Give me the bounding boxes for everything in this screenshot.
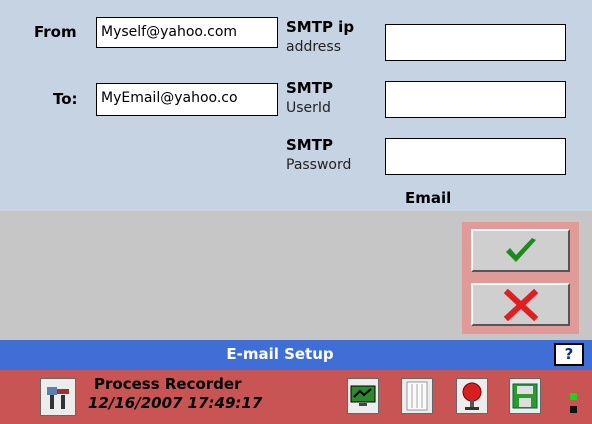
status-indicator-top: [570, 393, 577, 400]
status-indicator-bottom: [570, 406, 577, 413]
smtp-ip-label-normal: address: [286, 39, 342, 55]
smtp-userid-field[interactable]: [385, 81, 566, 118]
cancel-button[interactable]: [471, 283, 570, 326]
smtp-password-label-normal: Password: [286, 157, 352, 173]
smtp-userid-label-bold: SMTP: [286, 79, 333, 97]
monitor-button[interactable]: [347, 378, 379, 414]
smtp-password-label: SMTP Password: [286, 135, 351, 175]
monitor-icon: [350, 385, 376, 406]
screen-title: E-mail Setup: [226, 345, 334, 363]
smtp-password-field[interactable]: [385, 138, 566, 175]
save-icon: [512, 383, 538, 409]
datetime: 12/16/2007 17:49:17: [88, 394, 263, 412]
smtp-userid-label-normal: UserId: [286, 100, 331, 116]
tools-icon: [47, 387, 69, 409]
smtp-userid-label: SMTP UserId: [286, 78, 333, 118]
to-label: To:: [53, 90, 78, 108]
from-field[interactable]: Myself@yahoo.com: [96, 17, 278, 48]
alarm-button[interactable]: [456, 378, 488, 414]
to-field[interactable]: MyEmail@yahoo.co: [96, 83, 278, 116]
email-setup-panel: From Myself@yahoo.com To: MyEmail@yahoo.…: [0, 0, 592, 211]
smtp-ip-field[interactable]: [385, 24, 566, 61]
smtp-password-label-bold: SMTP: [286, 136, 333, 154]
checkmark-icon: [505, 237, 536, 262]
title-bar: E-mail Setup ?: [0, 340, 592, 370]
from-label: From: [34, 23, 77, 41]
tools-button[interactable]: [40, 378, 76, 416]
help-button[interactable]: ?: [554, 343, 584, 366]
confirm-button[interactable]: [471, 229, 570, 272]
grid-icon: [406, 381, 428, 411]
email-caption: Email: [405, 189, 452, 207]
grid-button[interactable]: [401, 378, 433, 414]
smtp-ip-label: SMTP ip address: [286, 17, 354, 57]
status-bar: Process Recorder 12/16/2007 17:49:17: [0, 370, 592, 424]
app-name: Process Recorder: [94, 375, 242, 393]
alarm-icon: [462, 382, 482, 410]
x-icon: [503, 288, 538, 321]
save-button[interactable]: [509, 378, 541, 414]
smtp-ip-label-bold: SMTP ip: [286, 18, 355, 36]
